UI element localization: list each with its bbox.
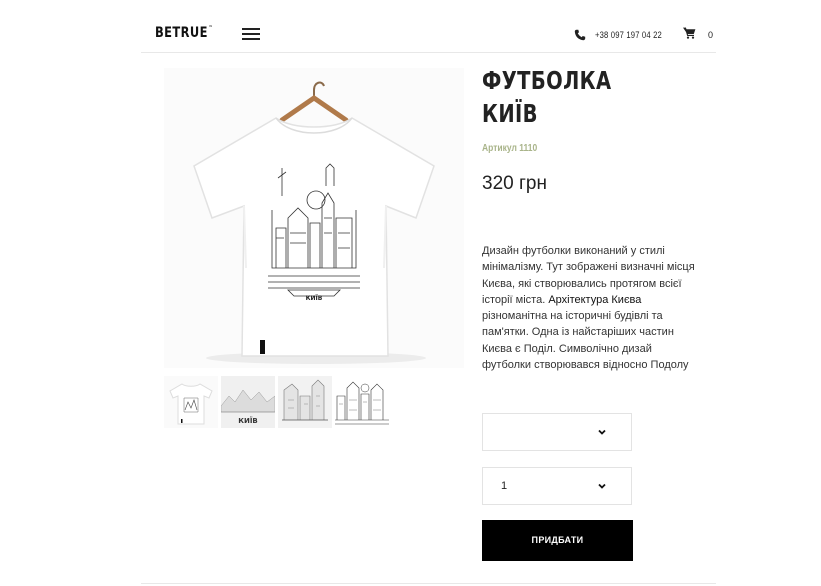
- product-title: ФУТБОЛКА КИЇВ: [482, 66, 612, 128]
- chevron-down-icon: [598, 483, 606, 489]
- description-link[interactable]: Архітектура Києва: [548, 294, 641, 306]
- thumbnail-2[interactable]: КИЇВ: [221, 376, 275, 428]
- site-header: BETRUE™ +38 097 197 04 22 0: [141, 0, 716, 53]
- product-article: Артикул 1110: [482, 143, 538, 154]
- logo[interactable]: BETRUE™: [155, 25, 213, 41]
- thumbnail-1[interactable]: [164, 376, 218, 428]
- cart-count[interactable]: 0: [708, 30, 713, 40]
- thumbnail-gallery: КИЇВ: [164, 376, 389, 428]
- footer-divider: [141, 583, 716, 584]
- svg-text:КИЇВ: КИЇВ: [238, 416, 258, 425]
- phone-icon[interactable]: [574, 29, 586, 41]
- hamburger-icon[interactable]: [242, 28, 260, 40]
- product-description: Дизайн футболки виконаний у стилі мініма…: [482, 245, 695, 372]
- size-select[interactable]: [482, 413, 632, 451]
- thumbnail-4[interactable]: [335, 376, 389, 428]
- quantity-select-value: 1: [501, 480, 508, 492]
- product-main-image[interactable]: КИЇВ: [164, 68, 464, 368]
- phone-number[interactable]: +38 097 197 04 22: [595, 30, 662, 40]
- shirt-print-label: КИЇВ: [306, 295, 323, 302]
- tshirt-illustration: КИЇВ: [164, 68, 464, 368]
- chevron-down-icon: [598, 429, 606, 435]
- thumbnail-3[interactable]: [278, 376, 332, 428]
- cart-icon[interactable]: [683, 27, 696, 39]
- buy-button[interactable]: ПРИДБАТИ: [482, 520, 633, 561]
- quantity-select[interactable]: 1: [482, 467, 632, 505]
- product-price: 320 грн: [482, 173, 547, 194]
